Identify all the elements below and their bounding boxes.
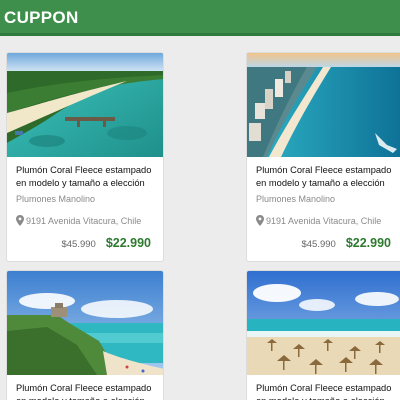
location-pin-icon <box>16 215 24 226</box>
address-text: 9191 Avenida Vitacura, Chile <box>266 215 382 226</box>
deal-card[interactable]: Plumón Coral Fleece estampado en modelo … <box>246 52 400 262</box>
deal-image-tropical-beach[interactable] <box>7 53 163 157</box>
deal-address: 9191 Avenida Vitacura, Chile <box>16 215 141 226</box>
deal-title[interactable]: Plumón Coral Fleece estampado en modelo … <box>256 382 400 400</box>
price-group: $45.990 $22.990 <box>301 236 391 250</box>
brand-logo[interactable]: CUPPON <box>4 8 79 28</box>
original-price: $45.990 <box>61 239 96 250</box>
discount-price: $22.990 <box>105 236 151 250</box>
deal-title[interactable]: Plumón Coral Fleece estampado en modelo … <box>16 382 162 400</box>
deal-image-coastal-city[interactable] <box>247 53 400 157</box>
deal-image-beach-umbrellas[interactable] <box>247 271 400 375</box>
deal-title[interactable]: Plumón Coral Fleece estampado en modelo … <box>16 164 162 189</box>
merchant-name: Plumones Manolino <box>16 194 96 204</box>
deal-card[interactable]: Plumón Coral Fleece estampado en modelo … <box>6 270 164 400</box>
location-pin-icon <box>256 215 264 226</box>
deal-image-cliff-ruins[interactable] <box>7 271 163 375</box>
deal-card[interactable]: Plumón Coral Fleece estampado en modelo … <box>246 270 400 400</box>
original-price: $45.990 <box>301 239 336 250</box>
deal-card[interactable]: Plumón Coral Fleece estampado en modelo … <box>6 52 164 262</box>
merchant-name: Plumones Manolino <box>256 194 336 204</box>
deal-address: 9191 Avenida Vitacura, Chile <box>256 215 381 226</box>
price-group: $45.990 $22.990 <box>61 236 151 250</box>
top-header: CUPPON <box>0 0 400 36</box>
address-text: 9191 Avenida Vitacura, Chile <box>26 215 142 226</box>
deal-title[interactable]: Plumón Coral Fleece estampado en modelo … <box>256 164 400 189</box>
discount-price: $22.990 <box>345 236 391 250</box>
